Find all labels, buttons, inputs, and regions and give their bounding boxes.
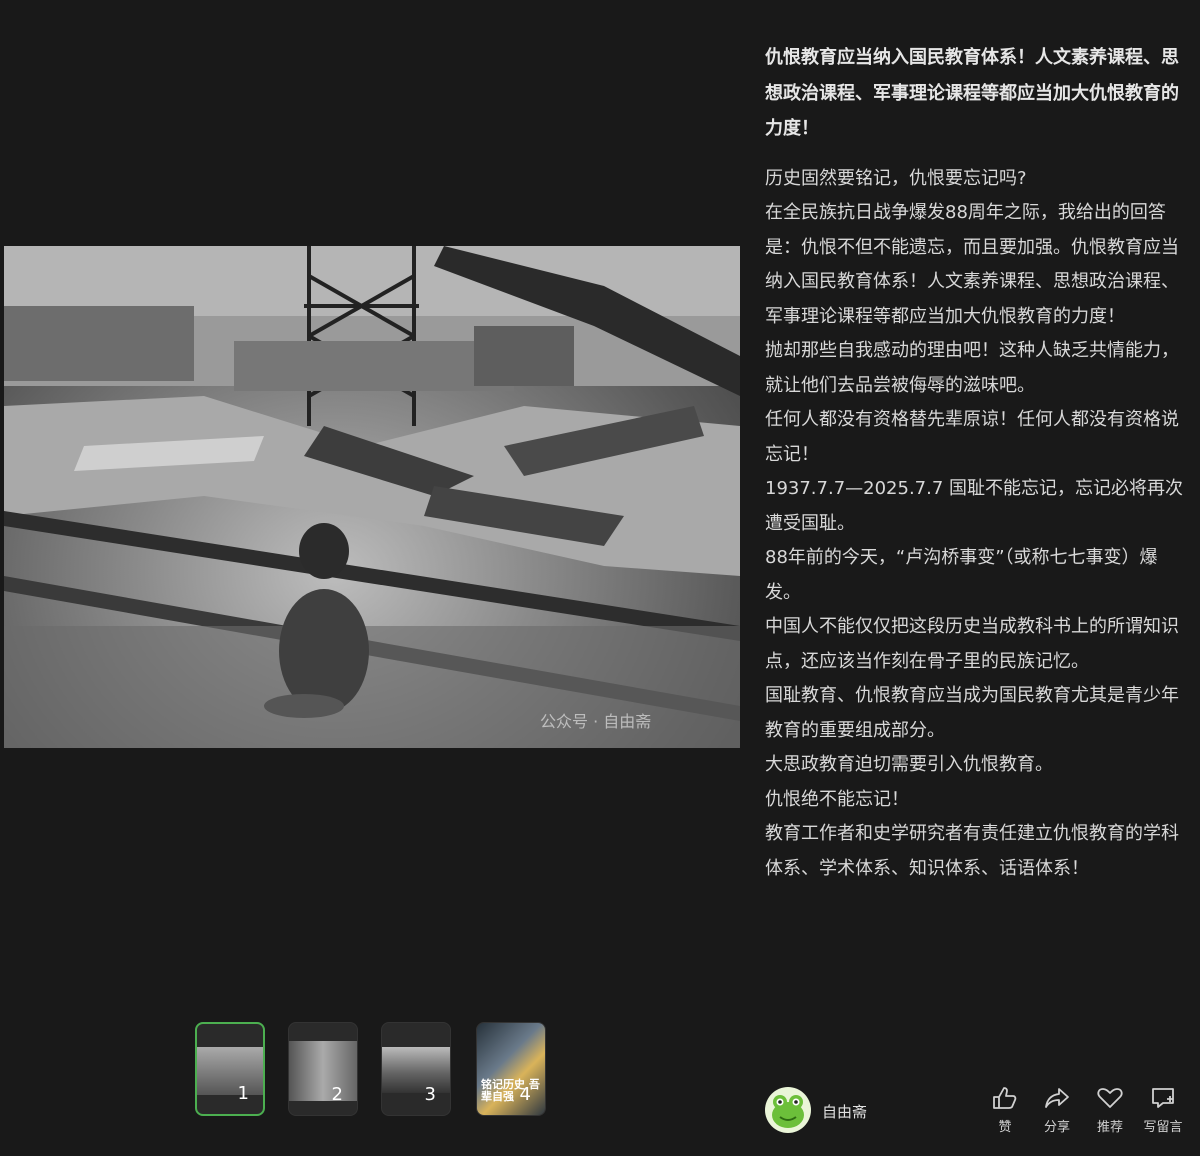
share-label: 分享 — [1043, 1120, 1070, 1135]
paragraph: 任何人都没有资格替先辈原谅！任何人都没有资格说忘记！ — [765, 409, 1179, 465]
paragraph: 教育工作者和史学研究者有责任建立仇恨教育的学科体系、学术体系、知识体系、话语体系… — [765, 823, 1179, 879]
photo-illustration — [4, 246, 740, 748]
paragraph: 88年前的今天，“卢沟桥事变”（或称七七事变）爆发。 — [765, 547, 1158, 603]
thumbnail-number: 4 — [519, 1084, 531, 1105]
thumbs-up-icon — [993, 1087, 1017, 1109]
share-icon — [1045, 1088, 1069, 1108]
paragraph: 在全民族抗日战争爆发88周年之际，我给出的回答是：仇恨不但不能遗忘，而且要加强。… — [765, 202, 1179, 327]
thumbnail-1[interactable]: 1 — [195, 1022, 265, 1116]
thumbnail-number: 1 — [237, 1083, 249, 1104]
text-fade — [765, 1040, 1190, 1072]
avatar[interactable] — [765, 1087, 811, 1133]
main-photo[interactable]: 公众号 · 自由斋 — [4, 246, 740, 748]
like-button[interactable]: 赞 — [980, 1082, 1030, 1135]
paragraph: 大思政教育迫切需要引入仇恨教育。 — [765, 754, 1053, 775]
thumbnail-number: 2 — [331, 1084, 343, 1105]
paragraph: 抛却那些自我感动的理由吧！这种人缺乏共情能力，就让他们去品尝被侮辱的滋味吧。 — [765, 340, 1179, 396]
comment-label: 写留言 — [1143, 1120, 1183, 1135]
comment-button[interactable]: 写留言 — [1138, 1082, 1188, 1135]
recommend-label: 推荐 — [1096, 1120, 1123, 1135]
paragraph: 仇恨绝不能忘记！ — [765, 788, 909, 810]
thumbnail-2[interactable]: 2 — [288, 1022, 358, 1116]
article-text: 仇恨教育应当纳入国民教育体系！人文素养课程、思想政治课程、军事理论课程等都应当加… — [765, 40, 1190, 1070]
author-name[interactable]: 自由斋 — [822, 1101, 867, 1122]
paragraph: 中国人不能仅仅把这段历史当成教科书上的所谓知识点，还应该当作刻在骨子里的民族记忆… — [765, 616, 1179, 672]
article-headline: 仇恨教育应当纳入国民教育体系！人文素养课程、思想政治课程、军事理论课程等都应当加… — [765, 47, 1179, 139]
thumbnail-4[interactable]: 铭记历史 吾辈自强 4 — [476, 1022, 546, 1116]
recommend-button[interactable]: 推荐 — [1085, 1082, 1135, 1135]
like-label: 赞 — [998, 1120, 1012, 1135]
share-button[interactable]: 分享 — [1032, 1082, 1082, 1135]
comment-icon — [1152, 1088, 1174, 1108]
thumbnail-image — [289, 1041, 357, 1101]
heart-icon — [1097, 1088, 1123, 1108]
paragraph: 国耻教育、仇恨教育应当成为国民教育尤其是青少年教育的重要组成部分。 — [765, 685, 1179, 741]
paragraph: 1937.7.7—2025.7.7 国耻不能忘记，忘记必将再次遭受国耻。 — [765, 478, 1184, 534]
image-viewer: 公众号 · 自由斋 1 2 3 铭记历史 吾辈自强 4 — [0, 0, 745, 1156]
thumbnail-number: 3 — [424, 1084, 436, 1105]
thumbnail-caption: 铭记历史 吾辈自强 — [481, 1078, 540, 1103]
bottom-bar: 自由斋 赞 分享 推荐 写留言 — [765, 1082, 1190, 1142]
thumbnail-image — [197, 1047, 263, 1095]
thumbnail-image — [382, 1047, 450, 1093]
thumbnail-3[interactable]: 3 — [381, 1022, 451, 1116]
frog-icon — [772, 1095, 804, 1128]
photo-watermark: 公众号 · 自由斋 — [540, 712, 652, 731]
paragraph: 历史固然要铭记，仇恨要忘记吗? — [765, 167, 1027, 189]
